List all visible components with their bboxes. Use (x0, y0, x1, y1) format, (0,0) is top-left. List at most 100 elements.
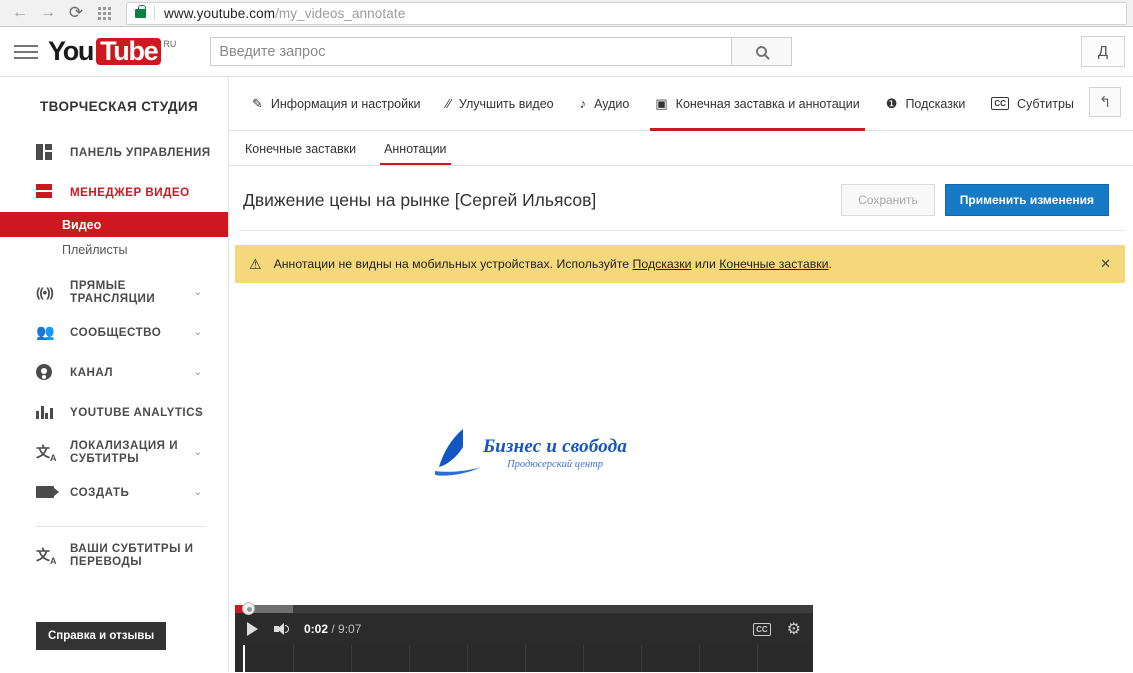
alert-text-before: Аннотации не видны на мобильных устройст… (273, 257, 633, 271)
annotation-timeline[interactable] (235, 645, 813, 672)
sidebar-item-analytics[interactable]: YOUTUBE ANALYTICS ⌄ (0, 392, 228, 432)
sidebar-subitem-videos[interactable]: Видео (0, 212, 228, 237)
chevron-down-icon: ⌄ (193, 406, 202, 418)
info-circle-icon: ❶ (885, 95, 898, 111)
address-bar[interactable]: www.youtube.com/my_videos_annotate (126, 1, 1127, 25)
volume-icon[interactable] (274, 623, 289, 635)
logo-text-block: Бизнес и свобода Продюсерский центр (483, 436, 627, 470)
chevron-down-icon: ⌄ (193, 366, 202, 378)
sidebar-title: ТВОРЧЕСКАЯ СТУДИЯ (40, 99, 199, 114)
sidebar-item-label: КАНАЛ (70, 365, 113, 379)
account-button-icon[interactable]: Д (1081, 36, 1125, 67)
search-input[interactable] (210, 37, 732, 66)
subtab-endscreens[interactable]: Конечные заставки (235, 142, 366, 165)
hamburger-menu-icon[interactable] (14, 41, 38, 63)
duration: 9:07 (338, 622, 362, 636)
sidebar-item-your-subtitles[interactable]: 文A ВАШИ СУБТИТРЫ И ПЕРЕВОДЫ (0, 535, 228, 575)
apply-changes-button[interactable]: Применить изменения (944, 184, 1109, 216)
sidebar-subitem-label: Плейлисты (62, 242, 128, 257)
browser-toolbar: ← → ⟳ www.youtube.com/my_videos_annotate (0, 0, 1133, 27)
tab-enhance-video[interactable]: ⁄⁄ Улучшить видео (434, 77, 567, 131)
chevron-down-icon: ⌄ (193, 326, 202, 338)
tab-subtitles[interactable]: CC Субтитры (978, 77, 1087, 131)
apps-grid-icon[interactable] (90, 1, 118, 25)
page-title: Движение цены на рынке [Сергей Ильясов] (243, 189, 597, 210)
play-icon[interactable] (247, 622, 258, 636)
translate-icon: 文A (36, 443, 57, 463)
alert-link-cards[interactable]: Подсказки (633, 257, 692, 271)
music-note-icon: ♪ (579, 96, 587, 111)
sidebar-divider (36, 526, 206, 527)
youtube-logo[interactable]: You Tube RU (48, 38, 176, 65)
omnibox-divider (154, 5, 155, 21)
sidebar-item-label: ВАШИ СУБТИТРЫ И ПЕРЕВОДЫ (70, 542, 194, 568)
time-separator: / (328, 622, 339, 636)
alert-link-endscreens[interactable]: Конечные заставки (719, 257, 828, 271)
tab-cards[interactable]: ❶ Подсказки (873, 77, 979, 131)
alert-text-middle: или (691, 257, 720, 271)
close-icon[interactable]: ✕ (1100, 256, 1111, 272)
creator-studio-sidebar: ТВОРЧЕСКАЯ СТУДИЯ ПАНЕЛЬ УПРАВЛЕНИЯ МЕНЕ… (0, 77, 229, 672)
back-arrow-icon[interactable]: ← (6, 1, 34, 25)
sidebar-item-create[interactable]: СОЗДАТЬ ⌄ (0, 472, 228, 512)
alert-text-after: . (828, 257, 832, 271)
cc-icon[interactable]: CC (753, 622, 771, 636)
undo-arrow-icon[interactable]: ↰ (1089, 87, 1121, 117)
search-icon (756, 46, 768, 57)
sidebar-item-dashboard[interactable]: ПАНЕЛЬ УПРАВЛЕНИЯ (0, 132, 228, 172)
dashboard-icon (36, 144, 58, 160)
alert-text: Аннотации не видны на мобильных устройст… (274, 257, 832, 271)
sidebar-item-label: ЛОКАЛИЗАЦИЯ И СУБТИТРЫ (70, 439, 179, 465)
progress-bar[interactable] (235, 602, 813, 615)
magic-wand-icon: ⁄⁄ (446, 96, 451, 111)
help-and-feedback-button[interactable]: Справка и отзывы (36, 622, 167, 650)
tab-label: Субтитры (1016, 96, 1074, 111)
time-display: 0:02 / 9:07 (304, 622, 361, 636)
sidebar-item-label: YOUTUBE ANALYTICS (70, 405, 204, 419)
video-frame-logo: Бизнес и свобода Продюсерский центр (429, 425, 627, 481)
translate-icon: 文A (36, 546, 57, 566)
mobile-annotations-warning: ⚠ Аннотации не видны на мобильных устрой… (235, 245, 1125, 283)
chevron-down-icon: ⌄ (193, 446, 202, 458)
logo-sub-text: Продюсерский центр (507, 459, 603, 470)
sidebar-item-video-manager[interactable]: МЕНЕДЖЕР ВИДЕО (0, 172, 228, 212)
tab-info-settings[interactable]: ✎ Информация и настройки (239, 77, 434, 131)
sidebar-item-localization[interactable]: 文A ЛОКАЛИЗАЦИЯ И СУБТИТРЫ ⌄ (0, 432, 228, 472)
timeline-playhead[interactable] (243, 645, 245, 672)
channel-person-icon (36, 364, 58, 380)
youtube-masthead: You Tube RU Д (0, 27, 1133, 77)
logo-tube-text: Tube (96, 38, 162, 65)
tab-label: Конечная заставка и аннотации (675, 96, 860, 111)
sail-logo-icon (429, 425, 485, 481)
tab-endscreen-annotations[interactable]: ▣ Конечная заставка и аннотации (642, 77, 872, 131)
masthead-right-controls: Д (1081, 36, 1125, 67)
subtab-annotations[interactable]: Аннотации (374, 142, 456, 165)
logo-country-code: RU (163, 39, 177, 49)
sidebar-item-live-broadcast[interactable]: ((•)) ПРЯМЫЕ ТРАНСЛЯЦИИ ⌄ (0, 272, 228, 312)
sidebar-item-community[interactable]: 👥 СООБЩЕСТВО ⌄ (0, 312, 228, 352)
current-time: 0:02 (304, 622, 329, 636)
forward-arrow-icon[interactable]: → (34, 1, 62, 25)
tab-audio[interactable]: ♪ Аудио (567, 77, 643, 131)
tab-label: Информация и настройки (270, 96, 421, 111)
url-domain: www.youtube.com (164, 5, 276, 21)
url-path: /my_videos_annotate (275, 5, 406, 21)
progress-scrubber-handle[interactable] (242, 602, 255, 615)
community-people-icon: 👥 (36, 324, 55, 341)
player-controls: 0:02 / 9:07 CC ⚙ (235, 613, 813, 645)
logo-you-text: You (48, 36, 94, 66)
search-button[interactable] (731, 37, 793, 66)
sidebar-item-label: СООБЩЕСТВО (70, 325, 162, 339)
sidebar-subitem-playlists[interactable]: Плейлисты (0, 237, 228, 262)
logo-main-text: Бизнес и свобода (483, 436, 628, 457)
subtab-label: Конечные заставки (245, 142, 357, 156)
sidebar-item-channel[interactable]: КАНАЛ ⌄ (0, 352, 228, 392)
cc-icon: CC (991, 97, 1009, 110)
video-stage[interactable]: Бизнес и свобода Продюсерский центр (235, 293, 813, 605)
video-edit-tabbar: ✎ Информация и настройки ⁄⁄ Улучшить вид… (229, 77, 1133, 131)
settings-gear-icon[interactable]: ⚙ (787, 619, 801, 639)
sidebar-item-label: ПРЯМЫЕ ТРАНСЛЯЦИИ (70, 279, 156, 305)
reload-icon[interactable]: ⟳ (62, 1, 90, 25)
sidebar-subitem-label: Видео (62, 217, 102, 232)
save-button[interactable]: Сохранить (841, 184, 935, 216)
